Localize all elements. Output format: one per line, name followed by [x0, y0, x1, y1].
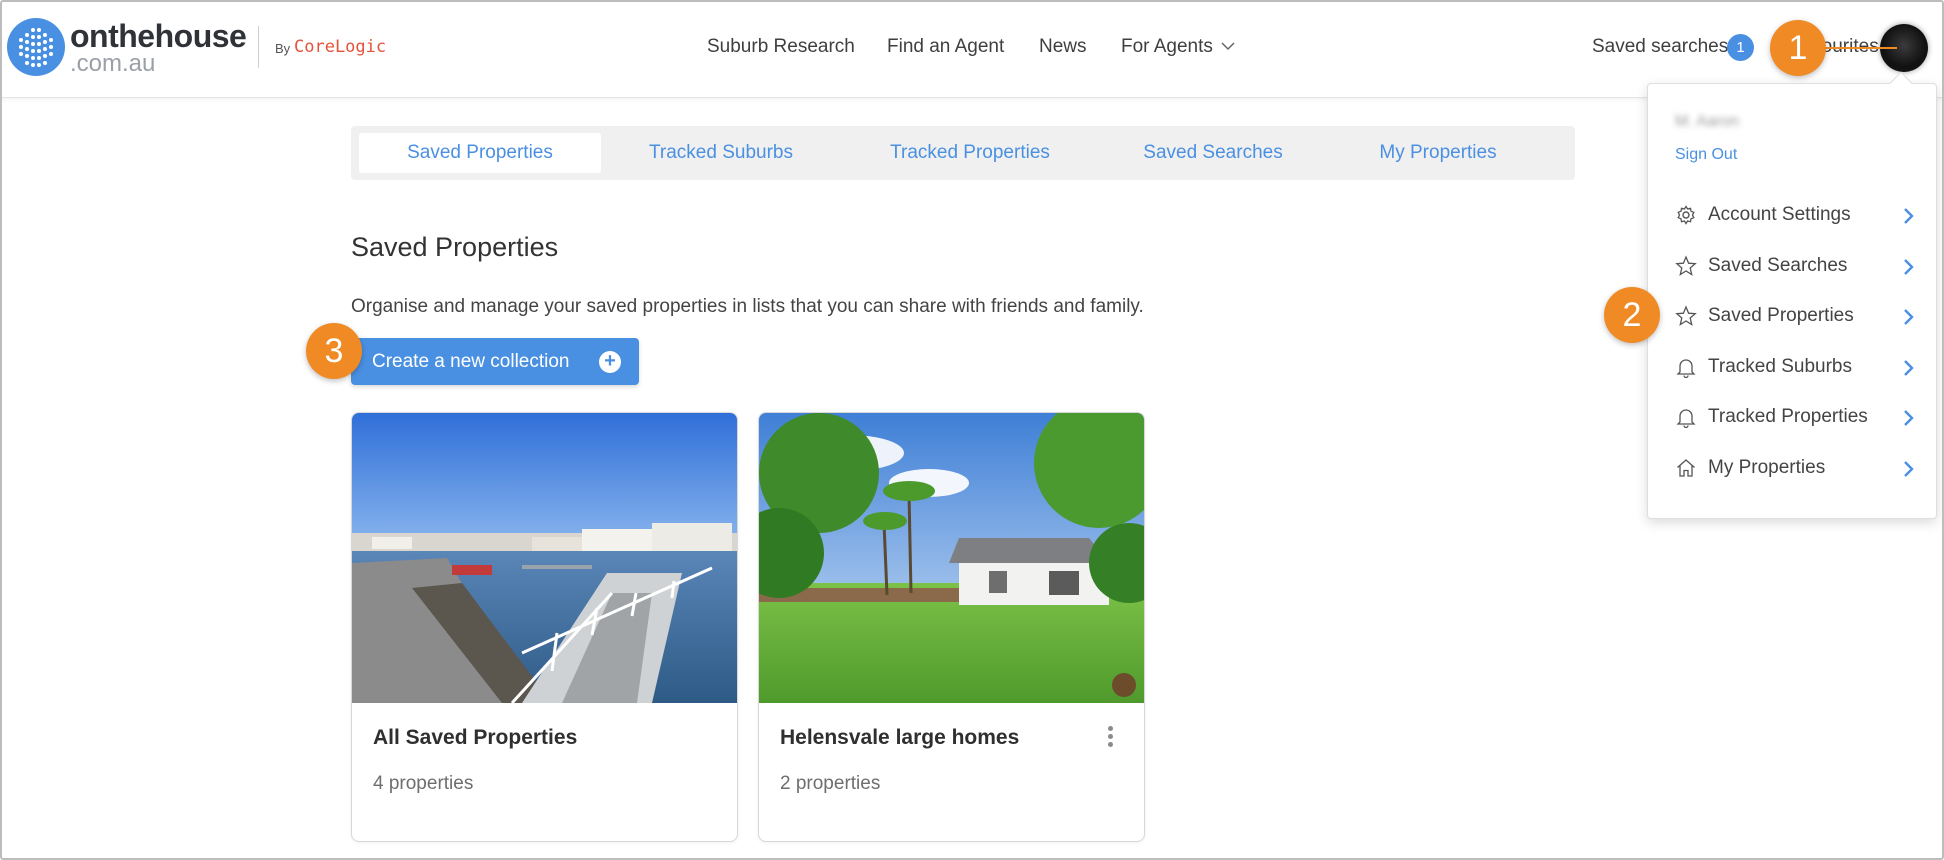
collection-title: All Saved Properties: [373, 726, 578, 749]
gear-icon: [1677, 205, 1695, 225]
by-label: By: [275, 41, 291, 56]
menu-item-label: Saved Properties: [1708, 305, 1854, 326]
more-options-icon[interactable]: [1106, 726, 1114, 750]
chevron-right-icon: [1904, 461, 1914, 477]
collection-title: Helensvale large homes: [780, 726, 1020, 749]
logo-divider: [258, 26, 259, 68]
tab-tracked-properties[interactable]: Tracked Properties: [861, 133, 1079, 173]
menu-item-label: Tracked Suburbs: [1708, 356, 1852, 377]
menu-item-my-properties[interactable]: My Properties: [1675, 453, 1915, 483]
sign-out-link[interactable]: Sign Out: [1675, 146, 1737, 164]
callout-pointer-line: [1825, 47, 1897, 49]
user-menu-dropdown: M. Aaron Sign Out Account Settings Saved…: [1647, 83, 1937, 519]
collection-card[interactable]: All Saved Properties 4 properties: [351, 412, 738, 842]
chevron-right-icon: [1904, 208, 1914, 224]
tab-saved-properties[interactable]: Saved Properties: [359, 133, 601, 173]
step-marker-2: 2: [1604, 287, 1660, 343]
tab-my-properties[interactable]: My Properties: [1343, 133, 1533, 173]
step-marker-1: 1: [1770, 20, 1826, 76]
bell-icon: [1676, 359, 1696, 378]
onthehouse-logo-icon[interactable]: [7, 18, 65, 76]
tab-tracked-suburbs[interactable]: Tracked Suburbs: [623, 133, 819, 173]
collection-count: 4 properties: [373, 773, 474, 794]
nav-news[interactable]: News: [1039, 36, 1087, 58]
menu-item-saved-searches[interactable]: Saved Searches: [1675, 251, 1915, 281]
corelogic-logo: CoreLogic: [294, 37, 387, 57]
menu-item-account-settings[interactable]: Account Settings: [1675, 200, 1915, 230]
chevron-right-icon: [1904, 360, 1914, 376]
step-marker-3: 3: [306, 323, 362, 379]
chevron-right-icon: [1904, 259, 1914, 275]
nav-suburb-research[interactable]: Suburb Research: [707, 36, 855, 58]
page-description: Organise and manage your saved propertie…: [351, 296, 1144, 317]
nav-find-an-agent[interactable]: Find an Agent: [887, 36, 1004, 58]
plus-circle-icon: +: [599, 351, 621, 373]
page-title: Saved Properties: [351, 232, 559, 262]
chevron-right-icon: [1904, 410, 1914, 426]
logo-sub-text: .com.au: [70, 50, 156, 77]
create-collection-button[interactable]: Create a new collection +: [351, 338, 639, 385]
tab-saved-searches[interactable]: Saved Searches: [1113, 133, 1313, 173]
menu-item-label: Saved Searches: [1708, 255, 1848, 276]
site-logo[interactable]: onthehouse .com.au: [70, 18, 247, 77]
collection-count: 2 properties: [780, 773, 881, 794]
collection-card[interactable]: Helensvale large homes 2 properties: [758, 412, 1145, 842]
menu-item-label: Tracked Properties: [1708, 406, 1868, 427]
star-icon: [1675, 255, 1697, 276]
menu-item-saved-properties[interactable]: Saved Properties: [1675, 301, 1915, 331]
menu-item-label: My Properties: [1708, 457, 1826, 478]
nav-for-agents[interactable]: For Agents: [1121, 36, 1213, 58]
house-garden-photo: [759, 413, 1144, 703]
star-icon: [1675, 305, 1697, 326]
user-name: M. Aaron: [1675, 113, 1740, 130]
chevron-down-icon[interactable]: [1221, 41, 1235, 51]
saved-searches-link[interactable]: Saved searches: [1592, 36, 1728, 58]
chevron-right-icon: [1904, 309, 1914, 325]
menu-item-label: Account Settings: [1708, 204, 1851, 225]
bell-icon: [1676, 409, 1696, 428]
account-tabs: Saved Properties Tracked Suburbs Tracked…: [351, 126, 1575, 180]
home-icon: [1677, 459, 1695, 477]
logo-main-text: onthehouse: [70, 18, 247, 54]
waterfront-canal-photo: [352, 413, 737, 703]
create-collection-label: Create a new collection: [372, 351, 570, 372]
menu-item-tracked-properties[interactable]: Tracked Properties: [1675, 402, 1915, 432]
menu-item-tracked-suburbs[interactable]: Tracked Suburbs: [1675, 352, 1915, 382]
saved-searches-count-badge: 1: [1727, 34, 1754, 61]
